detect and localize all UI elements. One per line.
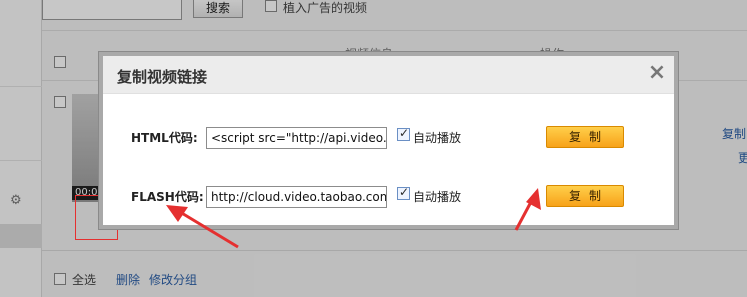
flash-autoplay-label: 自动播放 [413,190,462,204]
flash-autoplay-checkbox[interactable] [397,185,410,200]
flash-copy-button[interactable]: 复制 [546,185,624,207]
html-copy-button[interactable]: 复制 [546,126,624,148]
html-code-field[interactable]: <script src="http://api.video.taobao.com… [206,127,387,149]
copy-video-link-dialog: 复制视频链接 × HTML代码: <script src="http://api… [99,52,678,229]
dialog-header: 复制视频链接 × [103,56,674,94]
html-autoplay-label: 自动播放 [413,131,462,145]
close-icon[interactable]: × [646,60,668,86]
flash-code-field[interactable]: http://cloud.video.taobao.com/play [206,186,387,208]
flash-code-label: FLASH代码: [131,190,204,204]
dialog-title: 复制视频链接 [117,68,208,86]
html-code-label: HTML代码: [131,131,198,145]
html-autoplay-checkbox[interactable] [397,126,410,141]
